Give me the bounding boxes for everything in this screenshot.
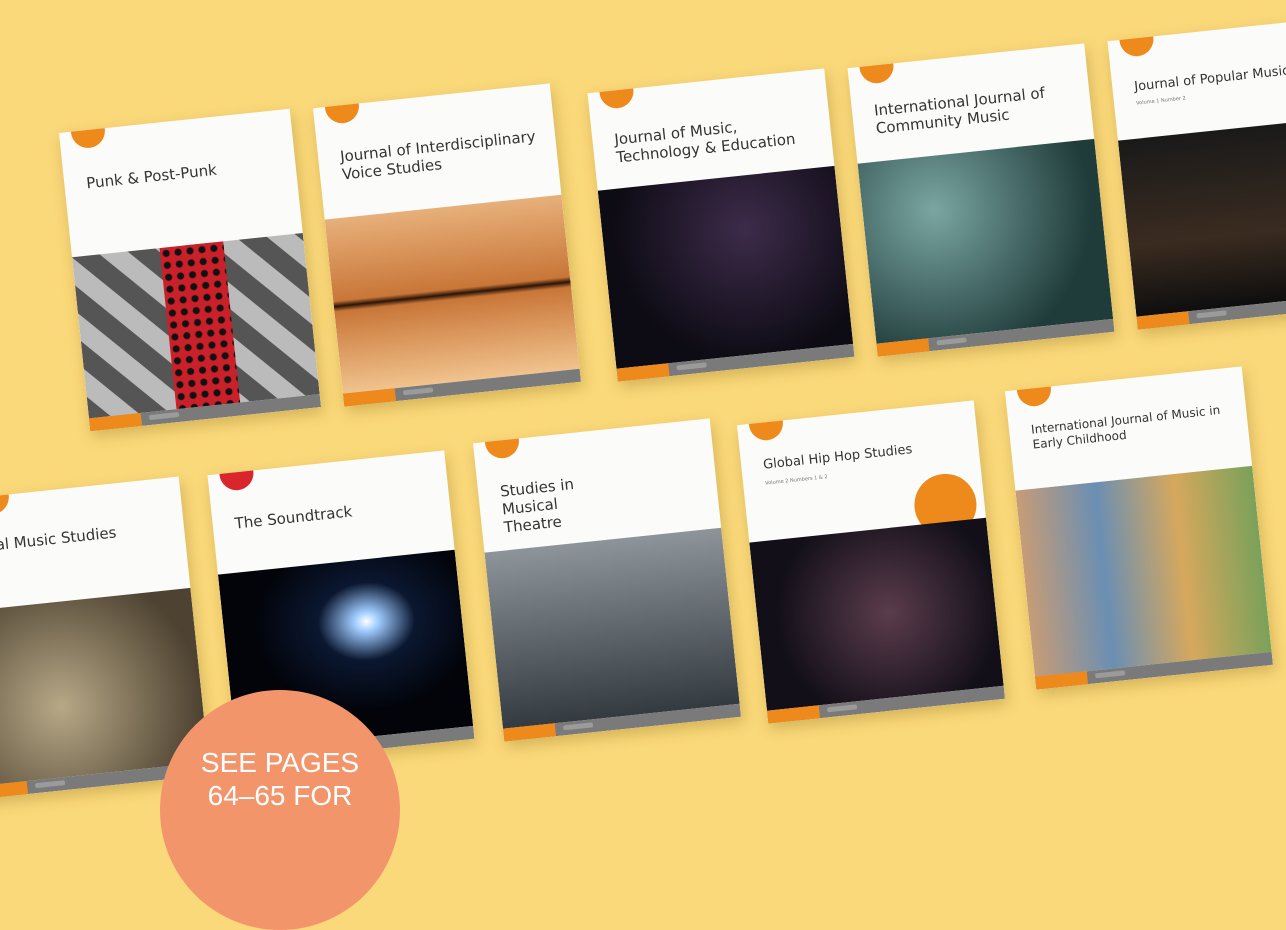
cover-title: tal Music Studies — [0, 523, 118, 555]
cover-title: Global Hip Hop Studies — [762, 442, 913, 473]
badge-icon — [857, 47, 896, 85]
cover-image — [857, 138, 1114, 344]
cover-image — [1015, 465, 1272, 677]
cover-community-music[interactable]: International Journal of Community Music — [847, 43, 1115, 357]
cover-subtitle: Volume 2 Numbers 1 & 2 — [764, 474, 828, 487]
cover-music-in-early-childhood[interactable]: International Journal of Music in Early … — [1004, 366, 1274, 690]
cover-title: Journal of Popular Music Edu — [1133, 60, 1286, 95]
cover-punk-post-punk[interactable]: Punk & Post-Punk — [58, 108, 322, 432]
cover-image — [324, 194, 580, 394]
promo-line-2: 64–65 FOR — [207, 780, 353, 811]
cover-title: International Journal of Music in Early … — [1030, 402, 1221, 452]
cover-music-technology-education[interactable]: Journal of Music, Technology & Education — [587, 68, 855, 382]
cover-title: International Journal of Community Music — [873, 83, 1046, 138]
cover-subtitle: Volume 1 Number 2 — [1135, 95, 1187, 107]
cover-image — [597, 165, 854, 369]
cover-global-hip-hop-studies[interactable]: Global Hip Hop Studies Volume 2 Numbers … — [736, 400, 1006, 724]
cover-title: Journal of Music, Technology & Education — [613, 117, 797, 167]
badge-icon — [217, 454, 256, 492]
badge-icon — [747, 404, 785, 442]
badge-icon — [323, 87, 361, 125]
cover-voice-studies[interactable]: Journal of Interdisciplinary Voice Studi… — [312, 83, 582, 407]
badge-icon — [69, 112, 107, 150]
badge-icon — [1117, 20, 1156, 58]
cover-title: Punk & Post-Punk — [85, 160, 218, 193]
cover-image — [1117, 115, 1286, 317]
cover-title: Journal of Interdisciplinary Voice Studi… — [339, 127, 537, 184]
cover-title: Studies in Musical Theatre — [499, 474, 575, 537]
promo-line-1: SEE PAGES — [200, 747, 360, 778]
cover-popular-music-education[interactable]: Journal of Popular Music Edu Volume 1 Nu… — [1107, 16, 1286, 330]
cover-title: The Soundtrack — [233, 502, 354, 533]
badge-icon — [597, 72, 636, 110]
badge-icon — [1015, 370, 1053, 408]
cover-studies-in-musical-theatre[interactable]: Studies in Musical Theatre — [472, 418, 742, 742]
badge-icon — [0, 478, 11, 516]
promo-circle[interactable]: SEE PAGES 64–65 FOR — [160, 690, 400, 930]
cover-image — [749, 517, 1004, 711]
badge-icon — [483, 422, 521, 460]
cover-image — [484, 527, 740, 729]
